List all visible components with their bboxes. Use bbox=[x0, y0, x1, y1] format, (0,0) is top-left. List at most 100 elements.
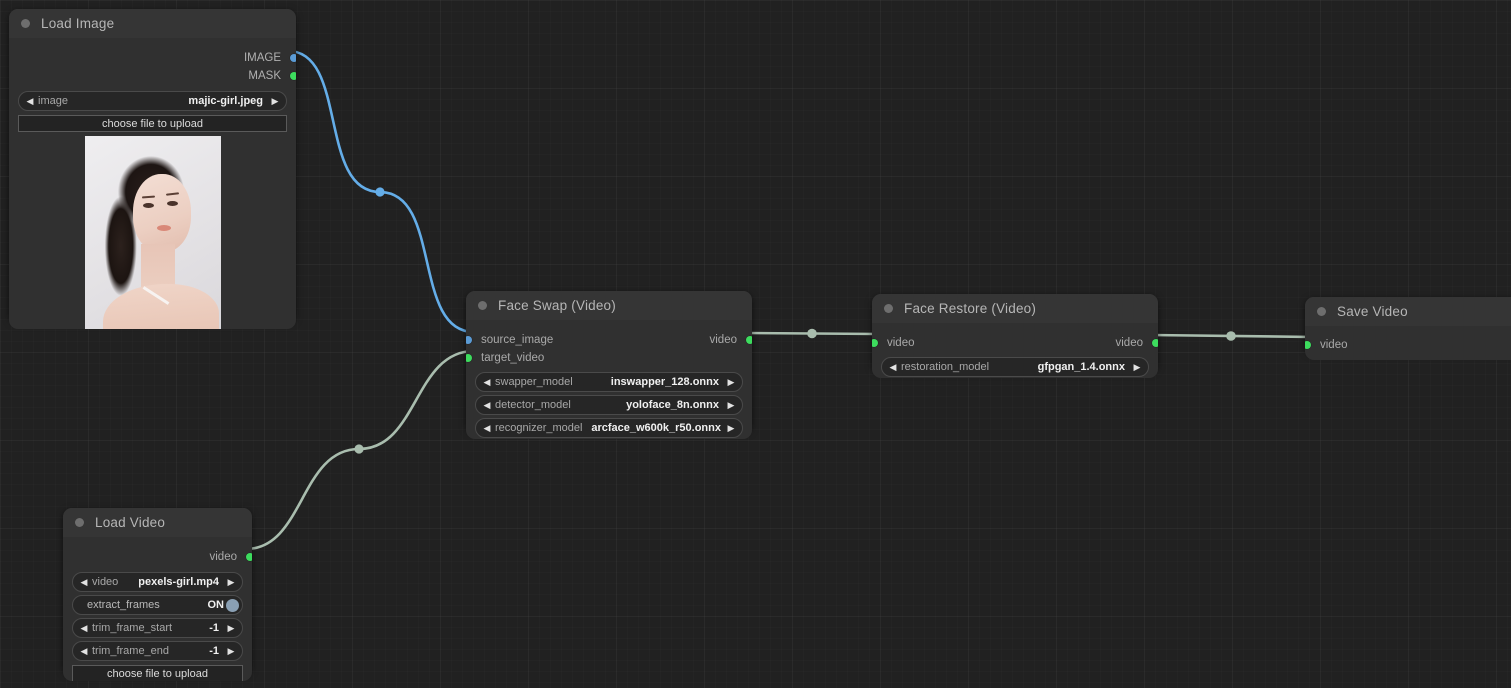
chevron-left-icon[interactable]: ◀ bbox=[73, 646, 92, 656]
chevron-left-icon[interactable]: ◀ bbox=[73, 577, 92, 587]
node-title-bar[interactable]: Face Swap (Video) bbox=[466, 291, 752, 320]
node-load-image[interactable]: Load Image IMAGE MASK ◀ image majic-girl… bbox=[9, 9, 296, 329]
output-port-label: video bbox=[709, 334, 738, 346]
widget-value: arcface_w600k_r50.onnx bbox=[591, 422, 721, 434]
chevron-right-icon[interactable]: ▶ bbox=[223, 623, 242, 633]
node-save-video[interactable]: Save Video video bbox=[1305, 297, 1511, 360]
port-row-video: video video bbox=[872, 334, 1158, 352]
collapse-dot-icon[interactable] bbox=[75, 518, 84, 527]
node-load-video[interactable]: Load Video video ◀ video pexels-girl.mp4… bbox=[63, 508, 252, 681]
node-title-text: Face Swap (Video) bbox=[498, 298, 616, 313]
collapse-dot-icon[interactable] bbox=[21, 19, 30, 28]
port-dot-mask[interactable] bbox=[290, 72, 296, 80]
widget-image[interactable]: ◀ image majic-girl.jpeg ▶ bbox=[18, 91, 287, 111]
node-face-restore-video[interactable]: Face Restore (Video) video video ◀ resto… bbox=[872, 294, 1158, 378]
port-dot-video[interactable] bbox=[246, 553, 252, 561]
port-dot-video-in[interactable] bbox=[1305, 341, 1311, 349]
image-preview-container[interactable] bbox=[9, 136, 296, 329]
node-title-text: Face Restore (Video) bbox=[904, 301, 1037, 316]
widget-trim-frame-end[interactable]: ◀ trim_frame_end -1 ▶ bbox=[72, 641, 243, 661]
chevron-right-icon[interactable]: ▶ bbox=[723, 400, 742, 410]
chevron-right-icon[interactable]: ▶ bbox=[223, 577, 242, 587]
choose-file-to-upload-button[interactable]: choose file to upload bbox=[72, 665, 243, 681]
node-title-text: Save Video bbox=[1337, 304, 1408, 319]
output-port-label: video bbox=[1115, 337, 1144, 349]
node-title-bar[interactable]: Load Video bbox=[63, 508, 252, 537]
link-midpoint-dot[interactable] bbox=[807, 328, 817, 339]
widget-value: -1 bbox=[209, 645, 219, 657]
node-title-bar[interactable]: Face Restore (Video) bbox=[872, 294, 1158, 323]
port-dot-image[interactable] bbox=[290, 54, 296, 62]
widget-label: image bbox=[38, 95, 68, 107]
chevron-right-icon[interactable]: ▶ bbox=[1129, 362, 1148, 372]
widget-recognizer-model[interactable]: ◀ recognizer_model arcface_w600k_r50.onn… bbox=[475, 418, 743, 438]
input-port-source-image[interactable]: source_image bbox=[466, 334, 553, 346]
node-title-bar[interactable]: Load Image bbox=[9, 9, 296, 38]
output-port-image[interactable]: IMAGE bbox=[9, 49, 296, 67]
chevron-left-icon[interactable]: ◀ bbox=[882, 362, 901, 372]
node-title-bar[interactable]: Save Video bbox=[1305, 297, 1511, 326]
chevron-right-icon[interactable]: ▶ bbox=[723, 377, 742, 387]
preview-eye-icon bbox=[166, 201, 178, 206]
widget-swapper-model[interactable]: ◀ swapper_model inswapper_128.onnx ▶ bbox=[475, 372, 743, 392]
port-dot-video[interactable] bbox=[746, 336, 752, 344]
link-video-to-target-video bbox=[244, 349, 476, 551]
widget-label: trim_frame_end bbox=[92, 645, 170, 657]
preview-eye-icon bbox=[142, 203, 154, 208]
output-port-video[interactable]: video bbox=[1115, 337, 1158, 349]
port-dot-video-out[interactable] bbox=[1152, 339, 1158, 347]
input-port-video[interactable]: video bbox=[1305, 339, 1348, 351]
widget-trim-frame-start[interactable]: ◀ trim_frame_start -1 ▶ bbox=[72, 618, 243, 638]
output-port-label: IMAGE bbox=[243, 52, 281, 64]
toggle-knob-icon[interactable] bbox=[226, 598, 239, 612]
collapse-dot-icon[interactable] bbox=[884, 304, 893, 313]
link-midpoint-dot[interactable] bbox=[1226, 331, 1236, 341]
widget-label: trim_frame_start bbox=[92, 622, 173, 634]
collapse-dot-icon[interactable] bbox=[1317, 307, 1326, 316]
port-dot-source-image[interactable] bbox=[466, 336, 472, 344]
widget-video[interactable]: ◀ video pexels-girl.mp4 ▶ bbox=[72, 572, 243, 592]
input-port-label: video bbox=[887, 337, 915, 349]
widget-extract-frames[interactable]: extract_frames ON bbox=[72, 595, 243, 615]
widget-label: extract_frames bbox=[87, 599, 160, 611]
chevron-right-icon[interactable]: ▶ bbox=[723, 423, 742, 433]
port-dot-video-in[interactable] bbox=[872, 339, 878, 347]
input-port-video[interactable]: video bbox=[872, 337, 915, 349]
port-row-target-video: target_video bbox=[466, 349, 752, 367]
input-port-label: target_video bbox=[481, 352, 545, 364]
chevron-left-icon[interactable]: ◀ bbox=[476, 377, 495, 387]
node-graph-canvas[interactable]: Load Image IMAGE MASK ◀ image majic-girl… bbox=[0, 0, 1511, 688]
image-preview[interactable] bbox=[84, 136, 221, 329]
chevron-right-icon[interactable]: ▶ bbox=[267, 96, 286, 106]
chevron-left-icon[interactable]: ◀ bbox=[476, 423, 495, 433]
chevron-left-icon[interactable]: ◀ bbox=[476, 400, 495, 410]
node-face-swap-video[interactable]: Face Swap (Video) source_image video tar… bbox=[466, 291, 752, 439]
widget-value: gfpgan_1.4.onnx bbox=[1037, 361, 1125, 373]
link-facerestore-to-savevideo bbox=[1148, 333, 1315, 339]
output-port-video[interactable]: video bbox=[709, 334, 752, 346]
node-body: source_image video target_video ◀ swappe… bbox=[466, 320, 752, 439]
link-image-to-source-image bbox=[286, 49, 476, 334]
port-row-video: video bbox=[1305, 336, 1511, 354]
widget-detector-model[interactable]: ◀ detector_model yoloface_8n.onnx ▶ bbox=[475, 395, 743, 415]
widget-restoration-model[interactable]: ◀ restoration_model gfpgan_1.4.onnx ▶ bbox=[881, 357, 1149, 377]
link-midpoint-dot[interactable] bbox=[354, 444, 364, 454]
node-body: video ◀ video pexels-girl.mp4 ▶ extract_… bbox=[63, 537, 252, 681]
input-port-target-video[interactable]: target_video bbox=[466, 352, 544, 364]
choose-file-to-upload-button[interactable]: choose file to upload bbox=[18, 115, 287, 132]
chevron-left-icon[interactable]: ◀ bbox=[73, 623, 92, 633]
widget-value: inswapper_128.onnx bbox=[610, 376, 719, 388]
widget-label: detector_model bbox=[495, 399, 571, 411]
chevron-right-icon[interactable]: ▶ bbox=[223, 646, 242, 656]
output-port-video[interactable]: video bbox=[63, 548, 252, 566]
output-port-label: video bbox=[209, 551, 238, 563]
output-port-mask[interactable]: MASK bbox=[9, 67, 296, 85]
node-title-text: Load Image bbox=[41, 16, 115, 31]
port-dot-target-video[interactable] bbox=[466, 354, 472, 362]
collapse-dot-icon[interactable] bbox=[478, 301, 487, 310]
widget-value: majic-girl.jpeg bbox=[188, 95, 263, 107]
chevron-left-icon[interactable]: ◀ bbox=[19, 96, 38, 106]
link-faceswap-to-facerestore bbox=[743, 331, 881, 336]
link-midpoint-dot[interactable] bbox=[375, 187, 385, 197]
node-body: video bbox=[1305, 326, 1511, 360]
